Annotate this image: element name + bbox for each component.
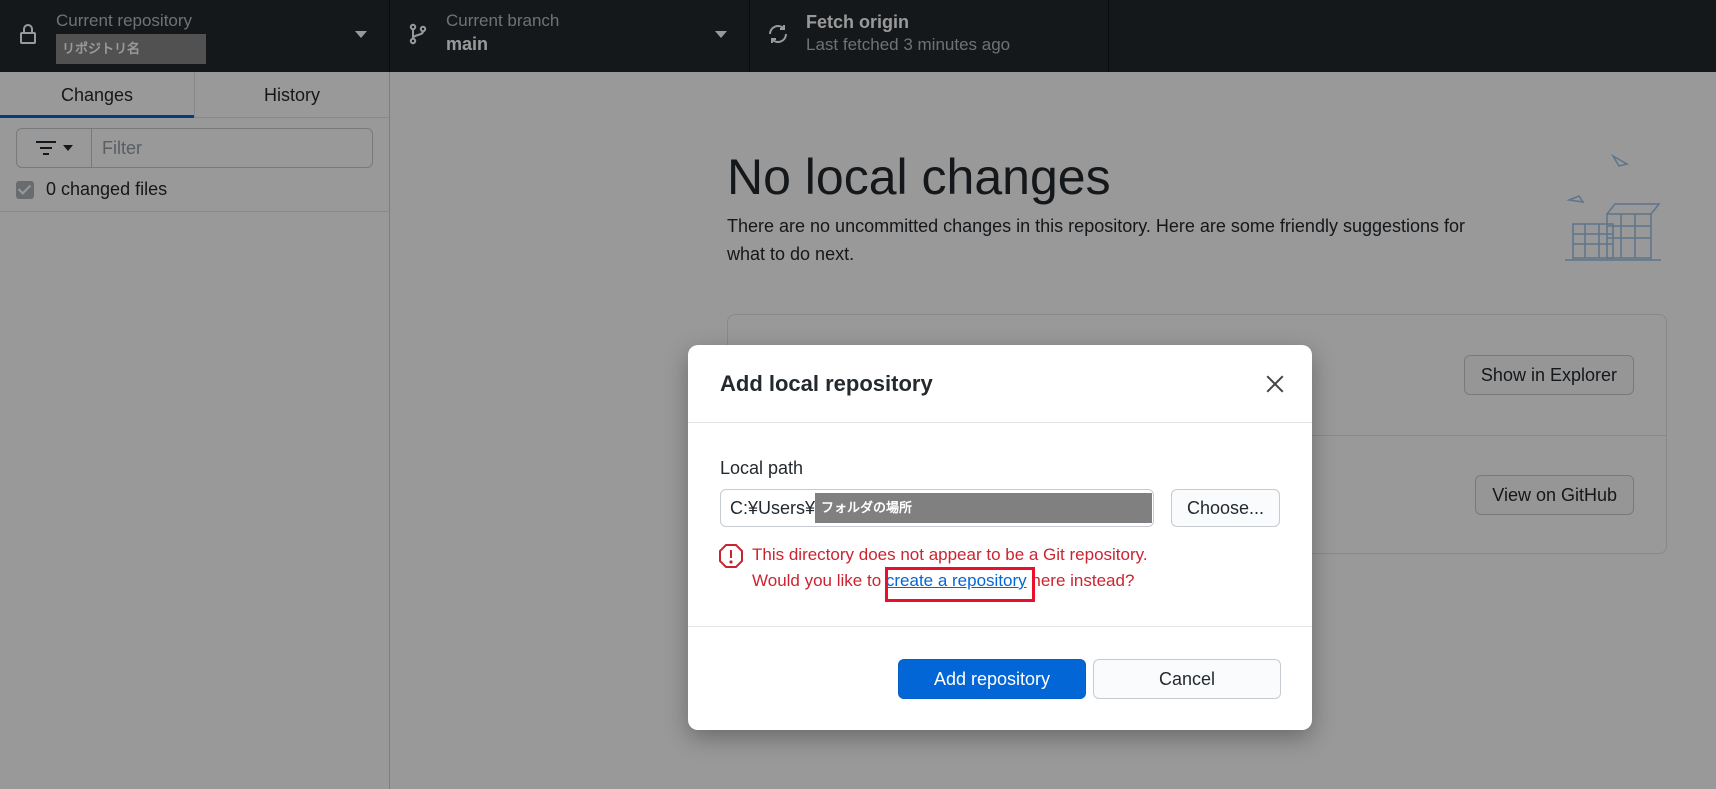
- dialog-title: Add local repository: [720, 371, 933, 396]
- local-path-redacted: フォルダの場所: [815, 493, 1152, 523]
- error-line-1: This directory does not appear to be a G…: [752, 545, 1148, 564]
- close-icon[interactable]: [1264, 373, 1286, 395]
- error-text-before: Would you like to: [752, 571, 886, 590]
- choose-button[interactable]: Choose...: [1171, 489, 1280, 527]
- dialog-header: Add local repository: [688, 345, 1312, 423]
- local-path-input[interactable]: C:¥Users¥ フォルダの場所: [720, 489, 1154, 527]
- cancel-button[interactable]: Cancel: [1093, 659, 1281, 699]
- local-path-value: C:¥Users¥: [730, 497, 816, 518]
- annotation-highlight-box: [885, 567, 1035, 602]
- add-repository-button[interactable]: Add repository: [898, 659, 1086, 699]
- error-text-after: here instead?: [1026, 571, 1135, 590]
- error-octagon-icon: [718, 543, 744, 569]
- local-path-label: Local path: [720, 458, 804, 478]
- add-local-repository-dialog: Add local repository Local path C:¥Users…: [688, 345, 1312, 730]
- divider: [688, 626, 1312, 627]
